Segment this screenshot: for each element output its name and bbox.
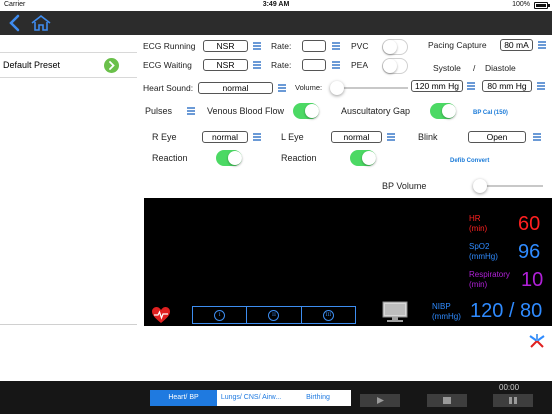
bp-volume-label: BP Volume: [382, 181, 427, 191]
blink-label: Blink: [418, 132, 438, 142]
respiratory-value: 10: [521, 269, 544, 291]
preset-row-default[interactable]: Default Preset: [0, 52, 137, 78]
monitor-icon[interactable]: [382, 301, 408, 323]
play-icon[interactable]: [360, 394, 400, 407]
preset-sidebar: Default Preset: [0, 35, 137, 381]
ecg-running-label: ECG Running: [143, 41, 196, 51]
diastole-label: Diastole: [485, 63, 516, 73]
tab-heart-bp[interactable]: Heart/ BP: [150, 390, 217, 406]
auscultatory-gap-label: Auscultatory Gap: [341, 106, 411, 116]
ecg-waiting-label: ECG Waiting: [143, 60, 192, 70]
lead-tab-3[interactable]: III: [302, 307, 355, 323]
timer-display: 00:00: [499, 383, 520, 392]
status-bar: Carrier 3:49 AM 100%: [0, 0, 552, 11]
lead-1-icon: I: [214, 309, 226, 321]
ecg-waiting-select[interactable]: NSR: [203, 59, 248, 71]
l-eye-reaction-toggle[interactable]: [350, 150, 376, 166]
heart-rate-icon: [152, 307, 170, 323]
venous-blood-flow-toggle[interactable]: [293, 103, 319, 119]
sidebar-divider: [0, 324, 137, 325]
r-eye-reaction-toggle[interactable]: [216, 150, 242, 166]
r-eye-select[interactable]: normal: [202, 131, 248, 143]
heart-sound-label: Heart Sound:: [143, 83, 194, 93]
l-eye-label: L Eye: [281, 132, 304, 142]
menu-icon[interactable]: [253, 133, 261, 141]
r-eye-label: R Eye: [152, 132, 177, 142]
home-icon[interactable]: [30, 14, 52, 32]
app-logo-icon: [529, 334, 545, 348]
battery-icon: [534, 2, 550, 9]
app-root: Carrier 3:49 AM 100% Default Preset ECG …: [0, 0, 552, 414]
pvc-toggle[interactable]: [382, 39, 408, 55]
volume-label: Volume:: [295, 83, 323, 92]
lead-tab-1[interactable]: I: [193, 307, 248, 323]
chevron-left-icon[interactable]: [8, 14, 22, 32]
bottom-toolbar: Heart/ BP Lungs/ CNS/ Airw... Birthing 0…: [0, 381, 552, 414]
nav-bar: [0, 11, 552, 35]
menu-icon[interactable]: [387, 133, 395, 141]
bp-volume-slider[interactable]: [473, 179, 543, 193]
bp-cal-link[interactable]: BP Cal (150): [473, 110, 508, 116]
l-eye-select[interactable]: normal: [331, 131, 382, 143]
menu-icon[interactable]: [537, 82, 545, 90]
spo2-label: SpO2 (mmHg): [469, 242, 498, 261]
ecg-waiting-rate-field[interactable]: [302, 59, 326, 71]
lead-3-icon: III: [322, 309, 334, 321]
preset-label: Default Preset: [3, 60, 61, 70]
blink-select[interactable]: Open: [468, 131, 526, 143]
pacing-capture-label: Pacing Capture: [428, 40, 487, 50]
pea-label: PEA: [351, 60, 369, 70]
chevron-right-icon[interactable]: [104, 58, 119, 73]
hr-value: 60: [518, 213, 541, 235]
tab-lungs-cns-airway[interactable]: Lungs/ CNS/ Airw...: [217, 390, 285, 406]
battery-percent: 100%: [512, 1, 530, 8]
menu-icon[interactable]: [538, 41, 546, 49]
menu-icon[interactable]: [332, 61, 340, 69]
menu-icon[interactable]: [253, 61, 261, 69]
l-eye-reaction-label: Reaction: [281, 153, 317, 163]
ecg-lead-selector: I II III: [192, 306, 356, 324]
lead-2-icon: II: [268, 309, 280, 321]
defib-convert-link[interactable]: Defib Convert: [450, 158, 489, 164]
systole-select[interactable]: 120 mm Hg: [411, 80, 463, 92]
auscultatory-gap-toggle[interactable]: [430, 103, 456, 119]
pause-icon[interactable]: [493, 394, 533, 407]
respiratory-label: Respiratory (min): [469, 270, 510, 289]
rate-label: Rate:: [271, 60, 292, 70]
tab-birthing[interactable]: Birthing: [285, 390, 351, 406]
heart-sound-select[interactable]: normal: [198, 82, 273, 94]
heart-sound-volume-slider[interactable]: [330, 81, 408, 95]
spo2-value: 96: [518, 241, 541, 263]
bp-slash-label: /: [473, 63, 476, 73]
menu-icon[interactable]: [187, 107, 195, 115]
ecg-running-rate-field[interactable]: [302, 40, 326, 52]
rate-label: Rate:: [271, 41, 292, 51]
diastole-select[interactable]: 80 mm Hg: [482, 80, 532, 92]
menu-icon[interactable]: [253, 42, 261, 50]
pulses-label: Pulses: [145, 106, 173, 116]
ecg-running-select[interactable]: NSR: [203, 40, 248, 52]
menu-icon[interactable]: [533, 133, 541, 141]
nibp-label: NIBP (mmHg): [432, 302, 461, 321]
hr-label: HR (min): [469, 214, 488, 233]
clock: 3:49 AM: [262, 1, 290, 8]
menu-icon[interactable]: [332, 42, 340, 50]
pacing-capture-select[interactable]: 80 mA: [500, 39, 533, 51]
pvc-label: PVC: [351, 41, 369, 51]
menu-icon[interactable]: [467, 82, 475, 90]
systole-label: Systole: [433, 63, 461, 73]
nibp-value: 120 / 80: [470, 300, 543, 322]
patient-monitor: HR (min) 60 SpO2 (mmHg) 96 Respiratory (…: [144, 198, 552, 326]
venous-blood-flow-label: Venous Blood Flow: [207, 106, 285, 116]
menu-icon[interactable]: [278, 84, 286, 92]
stop-icon[interactable]: [427, 394, 467, 407]
pea-toggle[interactable]: [382, 58, 408, 74]
lead-tab-2[interactable]: II: [247, 307, 302, 323]
r-eye-reaction-label: Reaction: [152, 153, 188, 163]
